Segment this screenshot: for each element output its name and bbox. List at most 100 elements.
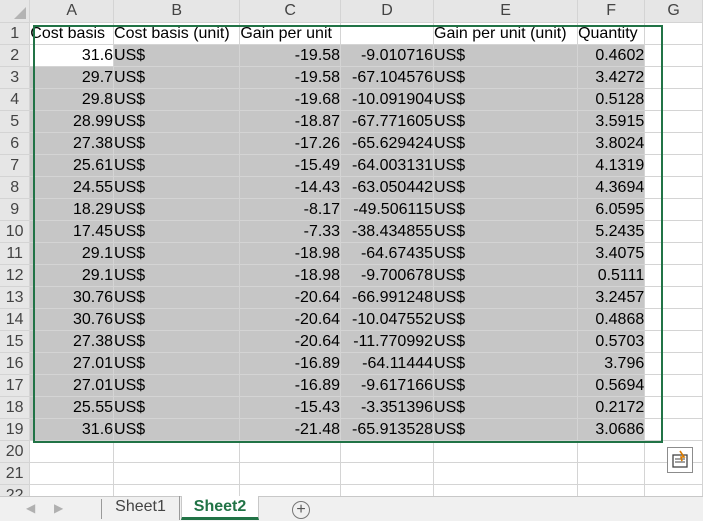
cell-g4[interactable]	[644, 88, 703, 111]
cell-g5[interactable]	[644, 110, 703, 133]
cell-e22[interactable]	[433, 484, 579, 496]
row-header[interactable]: 12	[0, 264, 31, 287]
cell-g6[interactable]	[644, 132, 703, 155]
cell-c3[interactable]: -19.58	[239, 66, 342, 89]
cell-d22[interactable]	[340, 484, 435, 496]
cell-f5[interactable]: 3.5915	[577, 110, 646, 133]
cell-e21[interactable]	[433, 462, 579, 485]
cell-c7[interactable]: -15.49	[239, 154, 342, 177]
cell-a18[interactable]: 25.55	[29, 396, 115, 419]
cell-e8[interactable]: US$	[433, 176, 579, 199]
cell-a21[interactable]	[29, 462, 115, 485]
row-header[interactable]: 4	[0, 88, 31, 111]
cell-b15[interactable]: US$	[113, 330, 241, 353]
add-sheet-button[interactable]: +	[292, 501, 310, 519]
cell-g8[interactable]	[644, 176, 703, 199]
cell-a16[interactable]: 27.01	[29, 352, 115, 375]
row-header[interactable]: 20	[0, 440, 31, 463]
cell-b13[interactable]: US$	[113, 286, 241, 309]
cell-d15[interactable]: -11.770992	[340, 330, 435, 353]
scroll-right-icon[interactable]: ▶	[54, 501, 63, 515]
cell-a3[interactable]: 29.7	[29, 66, 115, 89]
cell-a12[interactable]: 29.1	[29, 264, 115, 287]
cell-d19[interactable]: -65.913528	[340, 418, 435, 441]
cell-g7[interactable]	[644, 154, 703, 177]
cell-e18[interactable]: US$	[433, 396, 579, 419]
cell-b18[interactable]: US$	[113, 396, 241, 419]
cell-a9[interactable]: 18.29	[29, 198, 115, 221]
cell-d12[interactable]: -9.700678	[340, 264, 435, 287]
cell-a13[interactable]: 30.76	[29, 286, 115, 309]
cell-b22[interactable]	[113, 484, 241, 496]
cell-c5[interactable]: -18.87	[239, 110, 342, 133]
cell-d17[interactable]: -9.617166	[340, 374, 435, 397]
cell-b14[interactable]: US$	[113, 308, 241, 331]
cell-g15[interactable]	[644, 330, 703, 353]
column-header-d[interactable]: D	[340, 0, 435, 23]
cell-a4[interactable]: 29.8	[29, 88, 115, 111]
cell-d3[interactable]: -67.104576	[340, 66, 435, 89]
cell-f4[interactable]: 0.5128	[577, 88, 646, 111]
cell-c1[interactable]: Gain per unit	[239, 22, 342, 45]
cell-e9[interactable]: US$	[433, 198, 579, 221]
cell-g2[interactable]	[644, 44, 703, 67]
cell-g3[interactable]	[644, 66, 703, 89]
cell-d6[interactable]: -65.629424	[340, 132, 435, 155]
cell-c9[interactable]: -8.17	[239, 198, 342, 221]
cell-d11[interactable]: -64.67435	[340, 242, 435, 265]
cell-f6[interactable]: 3.8024	[577, 132, 646, 155]
cell-c15[interactable]: -20.64	[239, 330, 342, 353]
cell-e12[interactable]: US$	[433, 264, 579, 287]
cell-b4[interactable]: US$	[113, 88, 241, 111]
cell-c11[interactable]: -18.98	[239, 242, 342, 265]
cell-c19[interactable]: -21.48	[239, 418, 342, 441]
cell-a5[interactable]: 28.99	[29, 110, 115, 133]
cell-a15[interactable]: 27.38	[29, 330, 115, 353]
cell-d4[interactable]: -10.091904	[340, 88, 435, 111]
row-header[interactable]: 7	[0, 154, 31, 177]
cell-d8[interactable]: -63.050442	[340, 176, 435, 199]
cell-c20[interactable]	[239, 440, 342, 463]
cell-a2[interactable]: 31.6	[29, 44, 115, 67]
cell-f16[interactable]: 3.796	[577, 352, 646, 375]
cell-e3[interactable]: US$	[433, 66, 579, 89]
cell-f14[interactable]: 0.4868	[577, 308, 646, 331]
cell-a20[interactable]	[29, 440, 115, 463]
scroll-left-icon[interactable]: ◀	[26, 501, 35, 515]
cell-d10[interactable]: -38.434855	[340, 220, 435, 243]
cell-b10[interactable]: US$	[113, 220, 241, 243]
cell-a22[interactable]	[29, 484, 115, 496]
cell-f10[interactable]: 5.2435	[577, 220, 646, 243]
cell-b11[interactable]: US$	[113, 242, 241, 265]
row-header[interactable]: 6	[0, 132, 31, 155]
cell-c16[interactable]: -16.89	[239, 352, 342, 375]
cell-a10[interactable]: 17.45	[29, 220, 115, 243]
cell-d2[interactable]: -9.010716	[340, 44, 435, 67]
cell-f17[interactable]: 0.5694	[577, 374, 646, 397]
cell-f13[interactable]: 3.2457	[577, 286, 646, 309]
column-header-f[interactable]: F	[577, 0, 646, 23]
column-header-b[interactable]: B	[113, 0, 241, 23]
cell-e2[interactable]: US$	[433, 44, 579, 67]
cell-d1[interactable]	[340, 22, 435, 45]
cell-c4[interactable]: -19.68	[239, 88, 342, 111]
cell-f11[interactable]: 3.4075	[577, 242, 646, 265]
row-header[interactable]: 17	[0, 374, 31, 397]
cell-d5[interactable]: -67.771605	[340, 110, 435, 133]
cell-e1[interactable]: Gain per unit (unit)	[433, 22, 579, 45]
cell-b7[interactable]: US$	[113, 154, 241, 177]
cell-g14[interactable]	[644, 308, 703, 331]
cell-a11[interactable]: 29.1	[29, 242, 115, 265]
cell-c6[interactable]: -17.26	[239, 132, 342, 155]
cell-c18[interactable]: -15.43	[239, 396, 342, 419]
cell-d18[interactable]: -3.351396	[340, 396, 435, 419]
cell-g18[interactable]	[644, 396, 703, 419]
row-header[interactable]: 2	[0, 44, 31, 67]
cell-d7[interactable]: -64.003131	[340, 154, 435, 177]
cell-b3[interactable]: US$	[113, 66, 241, 89]
cell-g9[interactable]	[644, 198, 703, 221]
row-header[interactable]: 14	[0, 308, 31, 331]
cell-c13[interactable]: -20.64	[239, 286, 342, 309]
cell-c10[interactable]: -7.33	[239, 220, 342, 243]
cell-e11[interactable]: US$	[433, 242, 579, 265]
